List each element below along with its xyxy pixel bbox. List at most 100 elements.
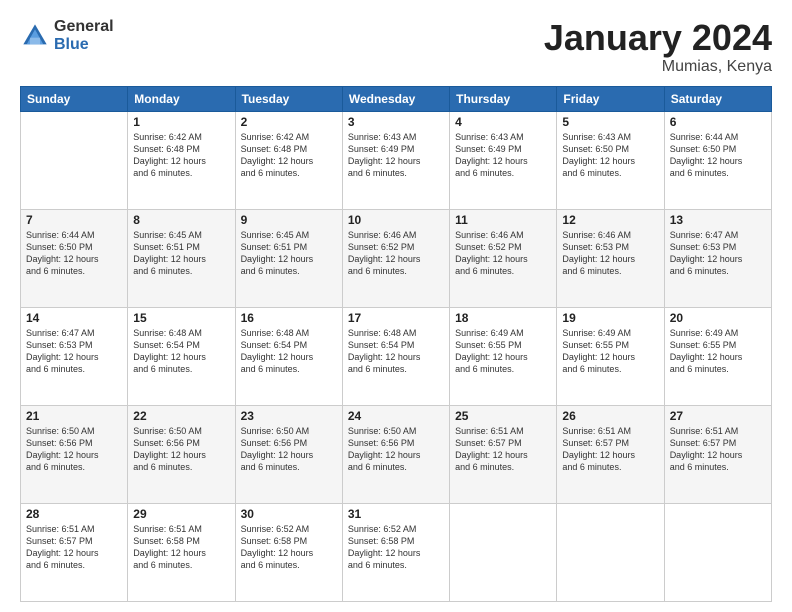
table-cell: 18Sunrise: 6:49 AM Sunset: 6:55 PM Dayli…: [450, 307, 557, 405]
table-cell: 31 Sunrise: 6:52 AM Sunset: 6:58 PM Dayli…: [342, 503, 449, 601]
day-info: Sunrise: 6:48 AM Sunset: 6:54 PM Dayligh…: [133, 327, 229, 376]
header-sunday: Sunday: [21, 86, 128, 111]
table-cell: 13 Sunrise: 6:47 AM Sunset: 6:53 PM Dayli…: [664, 209, 771, 307]
day-info: Sunrise: 6:45 AM Sunset: 6:51 PM Dayligh…: [241, 229, 337, 278]
day-info: Sunrise: 6:51 AM Sunset: 6:58 PM Dayligh…: [133, 523, 229, 572]
table-cell: 16Sunrise: 6:48 AM Sunset: 6:54 PM Dayli…: [235, 307, 342, 405]
day-info: Sunrise: 6:51 AM Sunset: 6:57 PM Dayligh…: [670, 425, 766, 474]
day-number: 28: [26, 507, 122, 521]
day-number: 8: [133, 213, 229, 227]
day-number: 14: [26, 311, 122, 325]
header-thursday: Thursday: [450, 86, 557, 111]
day-info: Sunrise: 6:51 AM Sunset: 6:57 PM Dayligh…: [455, 425, 551, 474]
table-cell: [21, 111, 128, 209]
table-cell: [557, 503, 664, 601]
table-cell: 24Sunrise: 6:50 AM Sunset: 6:56 PM Dayli…: [342, 405, 449, 503]
day-number: 24: [348, 409, 444, 423]
day-number: 20: [670, 311, 766, 325]
header-tuesday: Tuesday: [235, 86, 342, 111]
table-cell: 21 Sunrise: 6:50 AM Sunset: 6:56 PM Dayli…: [21, 405, 128, 503]
day-number: 6: [670, 115, 766, 129]
day-info: Sunrise: 6:42 AM Sunset: 6:48 PM Dayligh…: [133, 131, 229, 180]
day-number: 4: [455, 115, 551, 129]
day-number: 25: [455, 409, 551, 423]
day-info: Sunrise: 6:51 AM Sunset: 6:57 PM Dayligh…: [562, 425, 658, 474]
day-info: Sunrise: 6:51 AM Sunset: 6:57 PM Dayligh…: [26, 523, 122, 572]
table-cell: 28 Sunrise: 6:51 AM Sunset: 6:57 PM Dayli…: [21, 503, 128, 601]
day-info: Sunrise: 6:52 AM Sunset: 6:58 PM Dayligh…: [241, 523, 337, 572]
day-info: Sunrise: 6:45 AM Sunset: 6:51 PM Dayligh…: [133, 229, 229, 278]
table-cell: 26 Sunrise: 6:51 AM Sunset: 6:57 PM Dayli…: [557, 405, 664, 503]
logo-general: General: [54, 18, 114, 36]
day-number: 13: [670, 213, 766, 227]
day-number: 1: [133, 115, 229, 129]
week-row-3: 14 Sunrise: 6:47 AM Sunset: 6:53 PM Dayli…: [21, 307, 772, 405]
table-cell: 23Sunrise: 6:50 AM Sunset: 6:56 PM Dayli…: [235, 405, 342, 503]
day-info: Sunrise: 6:47 AM Sunset: 6:53 PM Dayligh…: [26, 327, 122, 376]
week-row-5: 28 Sunrise: 6:51 AM Sunset: 6:57 PM Dayli…: [21, 503, 772, 601]
table-cell: [664, 503, 771, 601]
day-info: Sunrise: 6:47 AM Sunset: 6:53 PM Dayligh…: [670, 229, 766, 278]
title-location: Mumias, Kenya: [544, 58, 772, 76]
day-number: 31: [348, 507, 444, 521]
day-number: 26: [562, 409, 658, 423]
day-info: Sunrise: 6:52 AM Sunset: 6:58 PM Dayligh…: [348, 523, 444, 572]
table-cell: 4 Sunrise: 6:43 AM Sunset: 6:49 PM Daylig…: [450, 111, 557, 209]
day-info: Sunrise: 6:50 AM Sunset: 6:56 PM Dayligh…: [133, 425, 229, 474]
week-row-1: 1 Sunrise: 6:42 AM Sunset: 6:48 PM Daylig…: [21, 111, 772, 209]
day-number: 21: [26, 409, 122, 423]
title-month: January 2024: [544, 18, 772, 58]
day-number: 15: [133, 311, 229, 325]
day-number: 23: [241, 409, 337, 423]
logo-icon: [20, 21, 50, 51]
title-block: January 2024 Mumias, Kenya: [544, 18, 772, 76]
logo-text: General Blue: [54, 18, 114, 53]
table-cell: 20Sunrise: 6:49 AM Sunset: 6:55 PM Dayli…: [664, 307, 771, 405]
day-info: Sunrise: 6:44 AM Sunset: 6:50 PM Dayligh…: [26, 229, 122, 278]
table-cell: 22Sunrise: 6:50 AM Sunset: 6:56 PM Dayli…: [128, 405, 235, 503]
day-number: 29: [133, 507, 229, 521]
day-info: Sunrise: 6:43 AM Sunset: 6:50 PM Dayligh…: [562, 131, 658, 180]
table-cell: 17 Sunrise: 6:48 AM Sunset: 6:54 PM Dayli…: [342, 307, 449, 405]
table-cell: 12 Sunrise: 6:46 AM Sunset: 6:53 PM Dayli…: [557, 209, 664, 307]
table-cell: 19Sunrise: 6:49 AM Sunset: 6:55 PM Dayli…: [557, 307, 664, 405]
table-cell: 11Sunrise: 6:46 AM Sunset: 6:52 PM Dayli…: [450, 209, 557, 307]
day-number: 27: [670, 409, 766, 423]
table-cell: 9 Sunrise: 6:45 AM Sunset: 6:51 PM Daylig…: [235, 209, 342, 307]
table-cell: 5 Sunrise: 6:43 AM Sunset: 6:50 PM Daylig…: [557, 111, 664, 209]
header: General Blue January 2024 Mumias, Kenya: [20, 18, 772, 76]
header-friday: Friday: [557, 86, 664, 111]
day-number: 10: [348, 213, 444, 227]
day-info: Sunrise: 6:46 AM Sunset: 6:53 PM Dayligh…: [562, 229, 658, 278]
day-number: 3: [348, 115, 444, 129]
weekday-header-row: Sunday Monday Tuesday Wednesday Thursday…: [21, 86, 772, 111]
day-info: Sunrise: 6:48 AM Sunset: 6:54 PM Dayligh…: [348, 327, 444, 376]
page: General Blue January 2024 Mumias, Kenya …: [0, 0, 792, 612]
table-cell: 1 Sunrise: 6:42 AM Sunset: 6:48 PM Daylig…: [128, 111, 235, 209]
calendar-table: Sunday Monday Tuesday Wednesday Thursday…: [20, 86, 772, 602]
table-cell: 29 Sunrise: 6:51 AM Sunset: 6:58 PM Dayli…: [128, 503, 235, 601]
day-number: 30: [241, 507, 337, 521]
day-number: 16: [241, 311, 337, 325]
day-info: Sunrise: 6:43 AM Sunset: 6:49 PM Dayligh…: [455, 131, 551, 180]
day-info: Sunrise: 6:49 AM Sunset: 6:55 PM Dayligh…: [455, 327, 551, 376]
day-number: 2: [241, 115, 337, 129]
day-number: 5: [562, 115, 658, 129]
day-number: 7: [26, 213, 122, 227]
table-cell: [450, 503, 557, 601]
day-number: 9: [241, 213, 337, 227]
logo: General Blue: [20, 18, 114, 53]
day-info: Sunrise: 6:49 AM Sunset: 6:55 PM Dayligh…: [562, 327, 658, 376]
table-cell: 10 Sunrise: 6:46 AM Sunset: 6:52 PM Dayli…: [342, 209, 449, 307]
header-monday: Monday: [128, 86, 235, 111]
day-info: Sunrise: 6:50 AM Sunset: 6:56 PM Dayligh…: [26, 425, 122, 474]
day-number: 17: [348, 311, 444, 325]
table-cell: 25 Sunrise: 6:51 AM Sunset: 6:57 PM Dayli…: [450, 405, 557, 503]
day-info: Sunrise: 6:46 AM Sunset: 6:52 PM Dayligh…: [348, 229, 444, 278]
day-info: Sunrise: 6:44 AM Sunset: 6:50 PM Dayligh…: [670, 131, 766, 180]
day-number: 12: [562, 213, 658, 227]
table-cell: 2Sunrise: 6:42 AM Sunset: 6:48 PM Daylig…: [235, 111, 342, 209]
week-row-4: 21 Sunrise: 6:50 AM Sunset: 6:56 PM Dayli…: [21, 405, 772, 503]
header-saturday: Saturday: [664, 86, 771, 111]
day-info: Sunrise: 6:43 AM Sunset: 6:49 PM Dayligh…: [348, 131, 444, 180]
